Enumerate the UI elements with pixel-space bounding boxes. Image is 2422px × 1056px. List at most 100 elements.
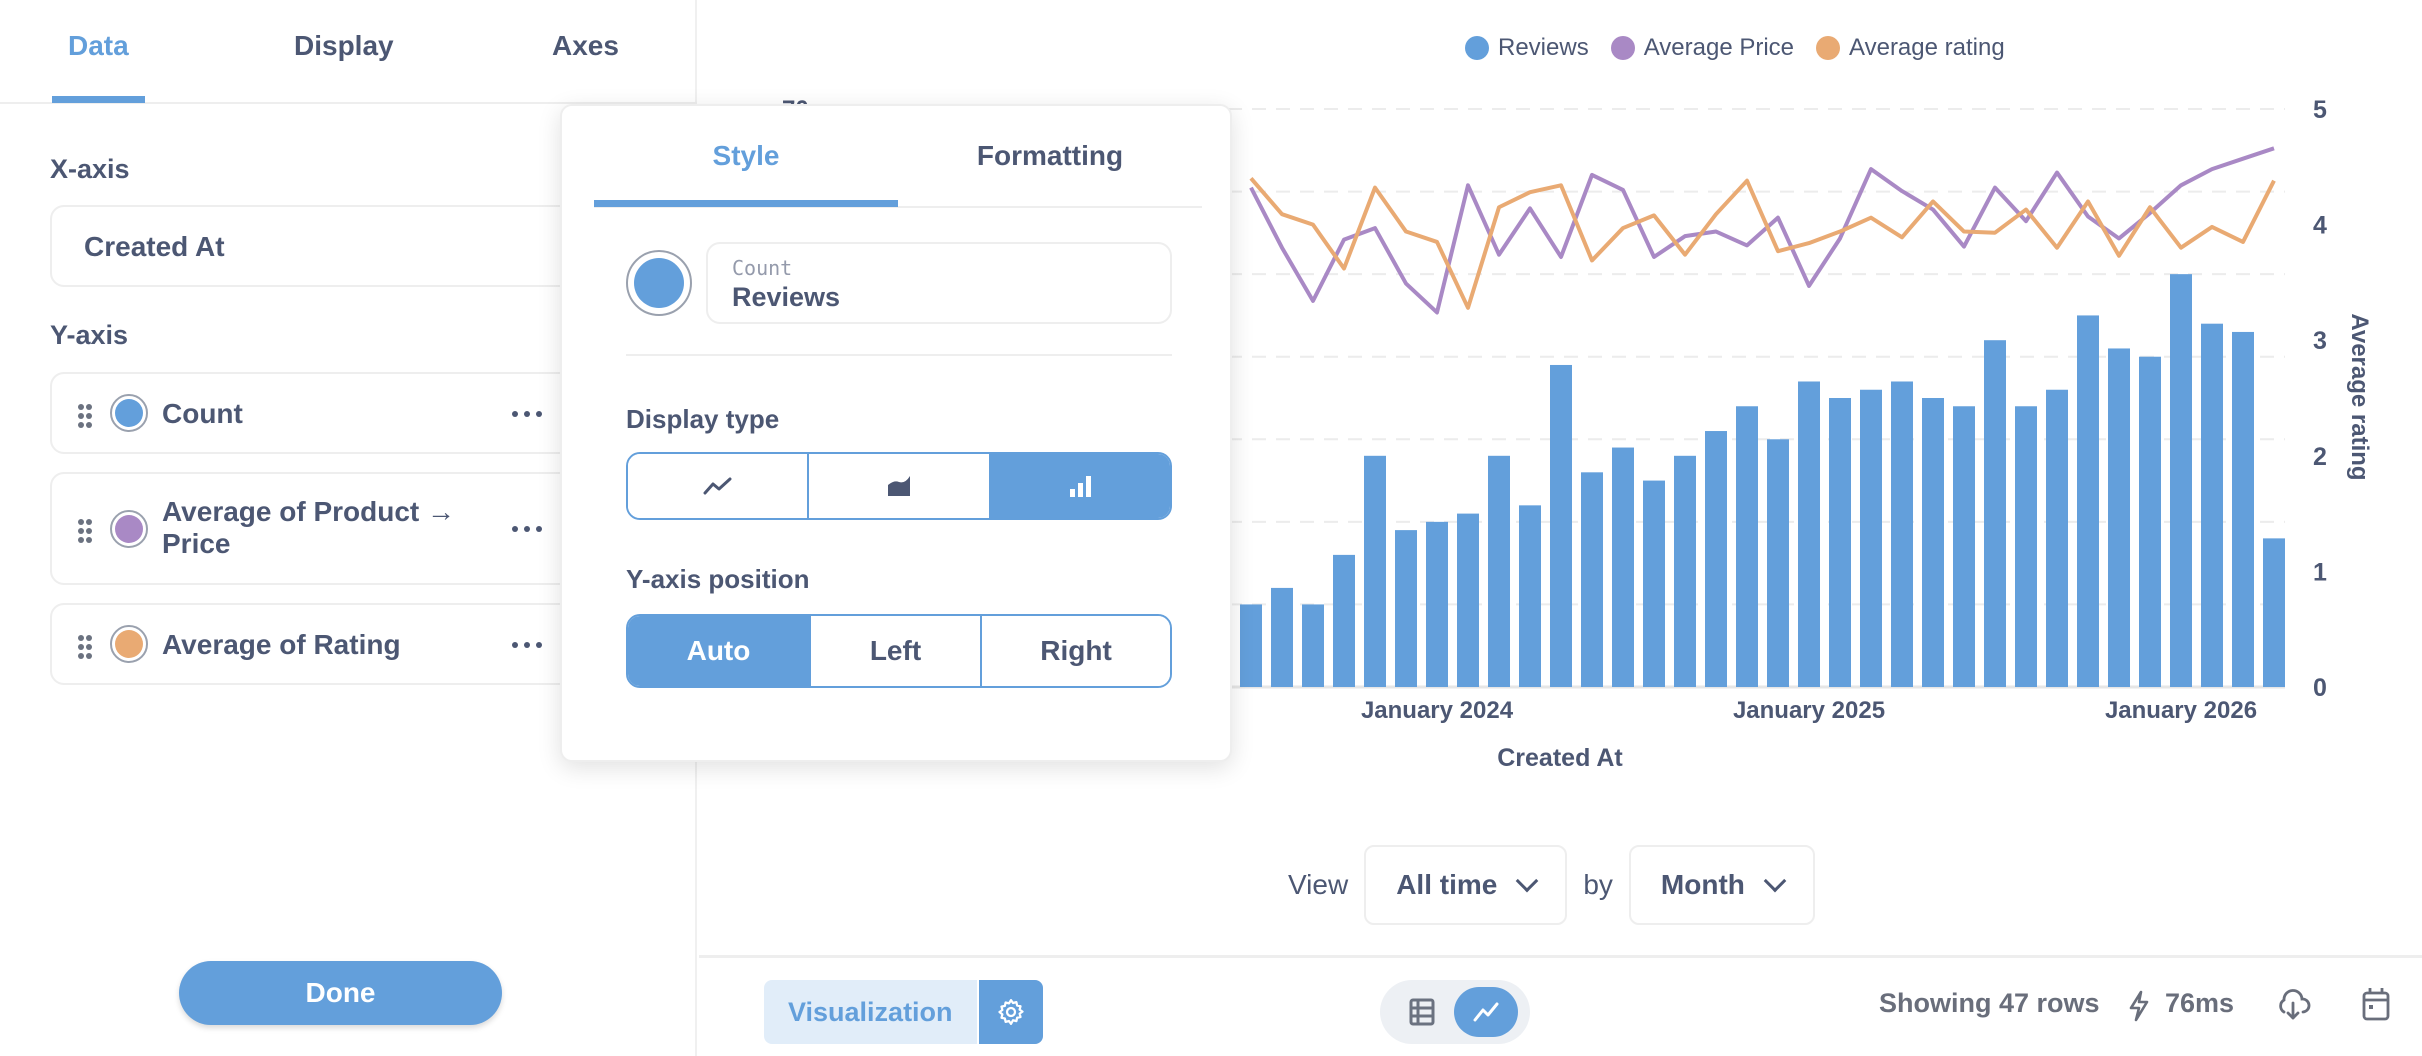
x-axis-field[interactable]: Created At (50, 205, 610, 287)
display-type-label: Display type (626, 404, 779, 435)
bar-reviews (1829, 398, 1851, 687)
y-axis-item-average-rating[interactable]: Average of Rating (50, 603, 610, 685)
chevron-down-icon (1764, 870, 1787, 893)
series-color-swatch[interactable] (110, 625, 148, 663)
chart-view-button[interactable] (1454, 987, 1518, 1037)
series-source-label: Count (732, 256, 792, 280)
bar-reviews (1395, 530, 1417, 687)
series-settings-popover: Style Formatting Count Reviews Display t… (560, 104, 1232, 762)
display-type-line-button[interactable] (628, 454, 809, 518)
bar-reviews (1519, 505, 1541, 687)
right-axis-tick-label: 1 (2313, 558, 2327, 586)
drag-handle-icon[interactable] (78, 404, 92, 426)
bar-reviews (1674, 456, 1696, 687)
divider (626, 354, 1172, 356)
series-color-picker[interactable] (626, 250, 692, 316)
granularity-value: Month (1661, 869, 1745, 901)
y-axis-position-auto[interactable]: Auto (628, 616, 811, 686)
download-icon[interactable] (2275, 988, 2311, 1022)
bar-reviews (1860, 390, 1882, 687)
query-timing: 76ms (2165, 988, 2234, 1019)
y-axis-item-label: Average of Product → Price (162, 496, 462, 560)
series-color-swatch[interactable] (110, 510, 148, 548)
display-type-area-button[interactable] (809, 454, 990, 518)
bar-reviews (2139, 357, 2161, 687)
bar-reviews (1705, 431, 1727, 687)
bar-reviews (2015, 406, 2037, 687)
x-axis-label: X-axis (50, 154, 130, 185)
display-type-selector (626, 452, 1172, 520)
bar-reviews (1767, 439, 1789, 687)
tab-style[interactable]: Style (594, 140, 898, 172)
bar-reviews (2046, 390, 2068, 687)
line-chart-icon (1472, 1001, 1500, 1023)
y-axis-position-label: Y-axis position (626, 564, 810, 595)
bar-reviews (1240, 604, 1262, 687)
right-axis-tick-label: 0 (2313, 674, 2327, 702)
more-options-icon[interactable] (512, 526, 542, 534)
visualization-button[interactable]: Visualization (764, 980, 977, 1044)
table-view-button[interactable] (1400, 990, 1444, 1034)
drag-handle-icon[interactable] (78, 519, 92, 541)
visualization-settings-button[interactable] (979, 980, 1043, 1044)
table-icon (1409, 998, 1435, 1026)
chevron-down-icon (1516, 870, 1539, 893)
granularity-select[interactable]: Month (1629, 845, 1815, 925)
area-chart-icon (886, 474, 912, 498)
tab-data[interactable]: Data (68, 30, 129, 62)
tab-display[interactable]: Display (294, 30, 394, 62)
right-axis-tick-label: 2 (2313, 443, 2327, 471)
series-color-swatch[interactable] (110, 394, 148, 432)
view-label: View (1288, 869, 1348, 901)
right-axis-title: Average rating (2346, 313, 2373, 480)
tab-axes[interactable]: Axes (552, 30, 619, 62)
bar-reviews (1891, 381, 1913, 687)
y-axis-item-count[interactable]: Count (50, 372, 610, 454)
done-button[interactable]: Done (179, 961, 502, 1025)
bar-reviews (2077, 315, 2099, 687)
bar-reviews (1736, 406, 1758, 687)
more-options-icon[interactable] (512, 642, 542, 650)
y-axis-item-average-price[interactable]: Average of Product → Price (50, 472, 610, 585)
popover-tabs: Style Formatting (594, 106, 1202, 208)
bar-reviews (1364, 456, 1386, 687)
y-axis-position-right[interactable]: Right (982, 616, 1170, 686)
gear-icon (996, 997, 1026, 1027)
bar-reviews (1271, 588, 1293, 687)
bar-reviews (1922, 398, 1944, 687)
query-footer: Visualization Showing 47 rows 76ms (699, 955, 2422, 1056)
right-axis-tick-label: 4 (2313, 212, 2327, 240)
y-axis-item-label: Average of Rating (162, 629, 462, 661)
lightning-icon (2127, 990, 2151, 1022)
tab-formatting[interactable]: Formatting (898, 140, 1202, 172)
calendar-icon[interactable] (2361, 986, 2391, 1022)
view-mode-toggle (1380, 980, 1530, 1044)
bar-reviews (2263, 538, 2285, 687)
series-name-input[interactable]: Count Reviews (706, 242, 1172, 324)
right-axis-tick-label: 5 (2313, 96, 2327, 124)
time-range-select[interactable]: All time (1364, 845, 1567, 925)
y-axis-position-left[interactable]: Left (811, 616, 982, 686)
bar-reviews (2232, 332, 2254, 687)
by-label: by (1583, 869, 1613, 901)
bar-reviews (1612, 448, 1634, 687)
bar-reviews (2201, 324, 2223, 687)
drag-handle-icon[interactable] (78, 635, 92, 657)
bar-reviews (2170, 274, 2192, 687)
bar-reviews (1333, 555, 1355, 687)
time-range-value: All time (1396, 869, 1497, 901)
bar-reviews (2108, 348, 2130, 687)
x-axis-field-value: Created At (84, 231, 225, 263)
bar-reviews (1643, 481, 1665, 687)
sidebar-tabs: Data Display Axes (0, 0, 697, 104)
more-options-icon[interactable] (512, 411, 542, 419)
bar-reviews (1550, 365, 1572, 687)
bar-reviews (1953, 406, 1975, 687)
bar-reviews (1581, 472, 1603, 687)
active-tab-indicator (594, 200, 898, 207)
bar-reviews (1457, 514, 1479, 687)
bar-reviews (1426, 522, 1448, 687)
bar-chart-icon (1067, 473, 1093, 499)
display-type-bar-button[interactable] (991, 454, 1170, 518)
bar-reviews (1984, 340, 2006, 687)
